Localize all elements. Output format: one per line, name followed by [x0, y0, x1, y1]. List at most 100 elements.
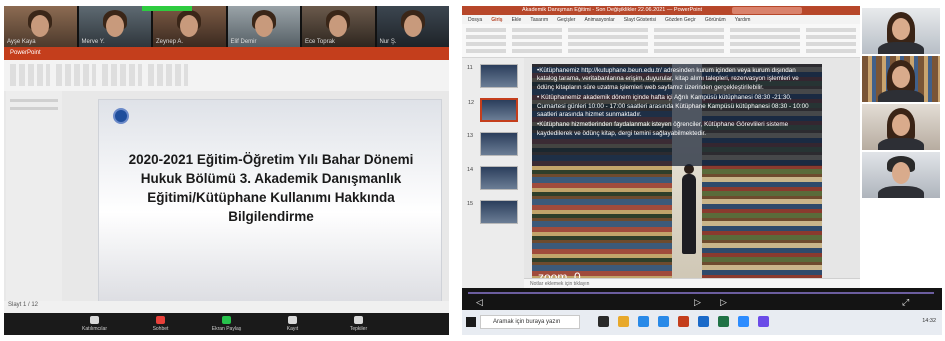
tab-slideshow[interactable]: Slayt Gösterisi [624, 17, 656, 23]
zoom-icon[interactable] [738, 316, 749, 327]
participant-name: Zeynep A. [156, 39, 184, 45]
tab-design[interactable]: Tasarım [530, 17, 548, 23]
participant-tile[interactable]: Zeynep A. [153, 6, 226, 47]
slide-paragraph: •Kütüphane hizmetlerinden faydalanmak is… [537, 121, 789, 137]
ribbon-tabs: Dosya Giriş Ekle Tasarım Geçişler Animas… [462, 15, 860, 24]
ppt-title: PowerPoint [10, 50, 41, 56]
notes-pane[interactable]: Notlar eklemek için tıklayın [524, 278, 860, 288]
windows-start-icon[interactable] [466, 317, 476, 327]
edge-icon[interactable] [638, 316, 649, 327]
slide-thumbnail[interactable]: 15 [467, 200, 518, 224]
speaking-indicator [142, 6, 192, 11]
taskbar-search-input[interactable]: Aramak için buraya yazın [480, 315, 580, 329]
person-body [878, 90, 924, 102]
slide-thumbnail-pane: 11 12 13 14 15 [462, 58, 524, 298]
slide-thumbnail-selected[interactable]: 12 [468, 98, 518, 122]
slide-title: 2020-2021 Eğitim-Öğretim Yılı Bahar Döne… [128, 152, 414, 224]
ribbon-group[interactable] [148, 64, 188, 86]
tab-help[interactable]: Yardım [735, 17, 751, 23]
current-slide[interactable]: 2020-2021 Eğitim-Öğretim Yılı Bahar Döne… [98, 99, 442, 305]
excel-icon[interactable] [718, 316, 729, 327]
zoom-button-label: Katılımcılar [81, 326, 107, 332]
slide-thumbnail[interactable]: 11 [467, 64, 518, 88]
forward-icon[interactable]: ▷ [720, 297, 727, 307]
tab-view[interactable]: Görünüm [705, 17, 726, 23]
ppt-recording-window: Akademik Danışman Eğitimi - Son Değişikl… [462, 6, 942, 335]
ribbon-group[interactable] [56, 64, 96, 86]
person-face [892, 114, 910, 136]
zoom-control-bar: Katılımcılar Sohbet Ekran Paylaş Kayıt T… [4, 313, 449, 335]
slide-paragraph: • Kütüphanemiz akademik dönem içinde haf… [537, 94, 809, 119]
participants-button[interactable]: Katılımcılar [77, 316, 113, 332]
participant-tile[interactable]: Elif Demir [227, 6, 300, 47]
participant-name: Elif Demir [230, 39, 257, 45]
font-group[interactable] [568, 28, 648, 54]
person-face [892, 18, 910, 40]
participant-name: Ayşe Kaya [7, 39, 36, 45]
chat-button[interactable]: Sohbet [143, 316, 179, 332]
person-figure [682, 164, 696, 254]
tab-review[interactable]: Gözden Geçir [665, 17, 696, 23]
share-screen-button[interactable]: Ekran Paylaş [209, 316, 245, 332]
task-view-icon[interactable] [598, 316, 609, 327]
file-explorer-icon[interactable] [618, 316, 629, 327]
screenshot-root: Ayşe Kaya Merve Y. Zeynep A. Elif Demir … [0, 0, 945, 341]
participant-tile[interactable]: Ayşe Kaya [4, 6, 77, 47]
slide-thumbnail[interactable]: 14 [467, 166, 518, 190]
person-body [878, 42, 924, 54]
participant-tile[interactable]: Merve Y. [78, 6, 151, 47]
record-button[interactable]: Kayıt [275, 316, 311, 332]
drawing-group[interactable] [730, 28, 800, 54]
editing-group[interactable] [806, 28, 856, 54]
rewind-icon[interactable]: ◁ [476, 297, 483, 307]
search-box[interactable] [732, 7, 802, 14]
participant-face [329, 15, 348, 37]
person-face [892, 162, 910, 184]
slide-counter: Slayt 1 / 12 [8, 302, 39, 308]
word-icon[interactable] [698, 316, 709, 327]
play-icon[interactable]: ▷ [694, 297, 701, 307]
paragraph-group[interactable] [654, 28, 724, 54]
thumbnail-number: 15 [467, 201, 474, 207]
tab-file[interactable]: Dosya [468, 17, 482, 23]
tab-animations[interactable]: Animasyonlar [584, 17, 614, 23]
participant-face [403, 15, 422, 37]
share-screen-icon [222, 316, 231, 324]
powerpoint-icon[interactable] [678, 316, 689, 327]
slide-thumbnail[interactable]: 13 [467, 132, 518, 156]
clipboard-group[interactable] [466, 28, 506, 54]
person-body [878, 186, 924, 198]
video-player-bar: ◁ ▷ ▷ ⤢ [462, 288, 942, 310]
teams-icon[interactable] [758, 316, 769, 327]
reactions-icon [354, 316, 363, 324]
playback-scrubber[interactable] [468, 292, 934, 294]
participant-face [105, 15, 124, 37]
participant-name: Ece Toprak [305, 39, 335, 45]
slide-thumbnail-pane[interactable] [6, 91, 62, 313]
ribbon-toolbar [462, 24, 860, 58]
window-title-bar: Akademik Danışman Eğitimi - Son Değişikl… [462, 6, 860, 15]
webcam-tile[interactable] [862, 56, 940, 102]
webcam-tile[interactable] [862, 8, 940, 54]
webcam-tile[interactable] [862, 152, 940, 198]
tab-transitions[interactable]: Geçişler [557, 17, 575, 23]
fullscreen-icon[interactable]: ⤢ [902, 297, 909, 307]
webcam-tile[interactable] [862, 104, 940, 150]
zoom-button-label: Ekran Paylaş [211, 326, 242, 332]
tab-home[interactable]: Giriş [491, 17, 502, 23]
slide-text-box[interactable]: •Kütüphanemiz http://kutuphane.beun.edu.… [532, 64, 822, 166]
tab-insert[interactable]: Ekle [512, 17, 522, 23]
ppt-status-bar: Slayt 1 / 12 [4, 301, 449, 313]
participant-tile[interactable]: Ece Toprak [302, 6, 375, 47]
slides-group[interactable] [512, 28, 562, 54]
store-icon[interactable] [658, 316, 669, 327]
thumbnail-line [10, 107, 58, 110]
ribbon-group[interactable] [10, 64, 50, 86]
participant-gallery: Ayşe Kaya Merve Y. Zeynep A. Elif Demir … [4, 6, 449, 47]
participant-tile[interactable]: Nur Ş. [376, 6, 449, 47]
reactions-button[interactable]: Tepkiler [341, 316, 377, 332]
slide-canvas: •Kütüphanemiz http://kutuphane.beun.edu.… [524, 58, 860, 298]
current-slide[interactable]: •Kütüphanemiz http://kutuphane.beun.edu.… [532, 64, 822, 280]
zoom-button-label: Tepkiler [349, 326, 368, 332]
ribbon-group[interactable] [102, 64, 142, 86]
